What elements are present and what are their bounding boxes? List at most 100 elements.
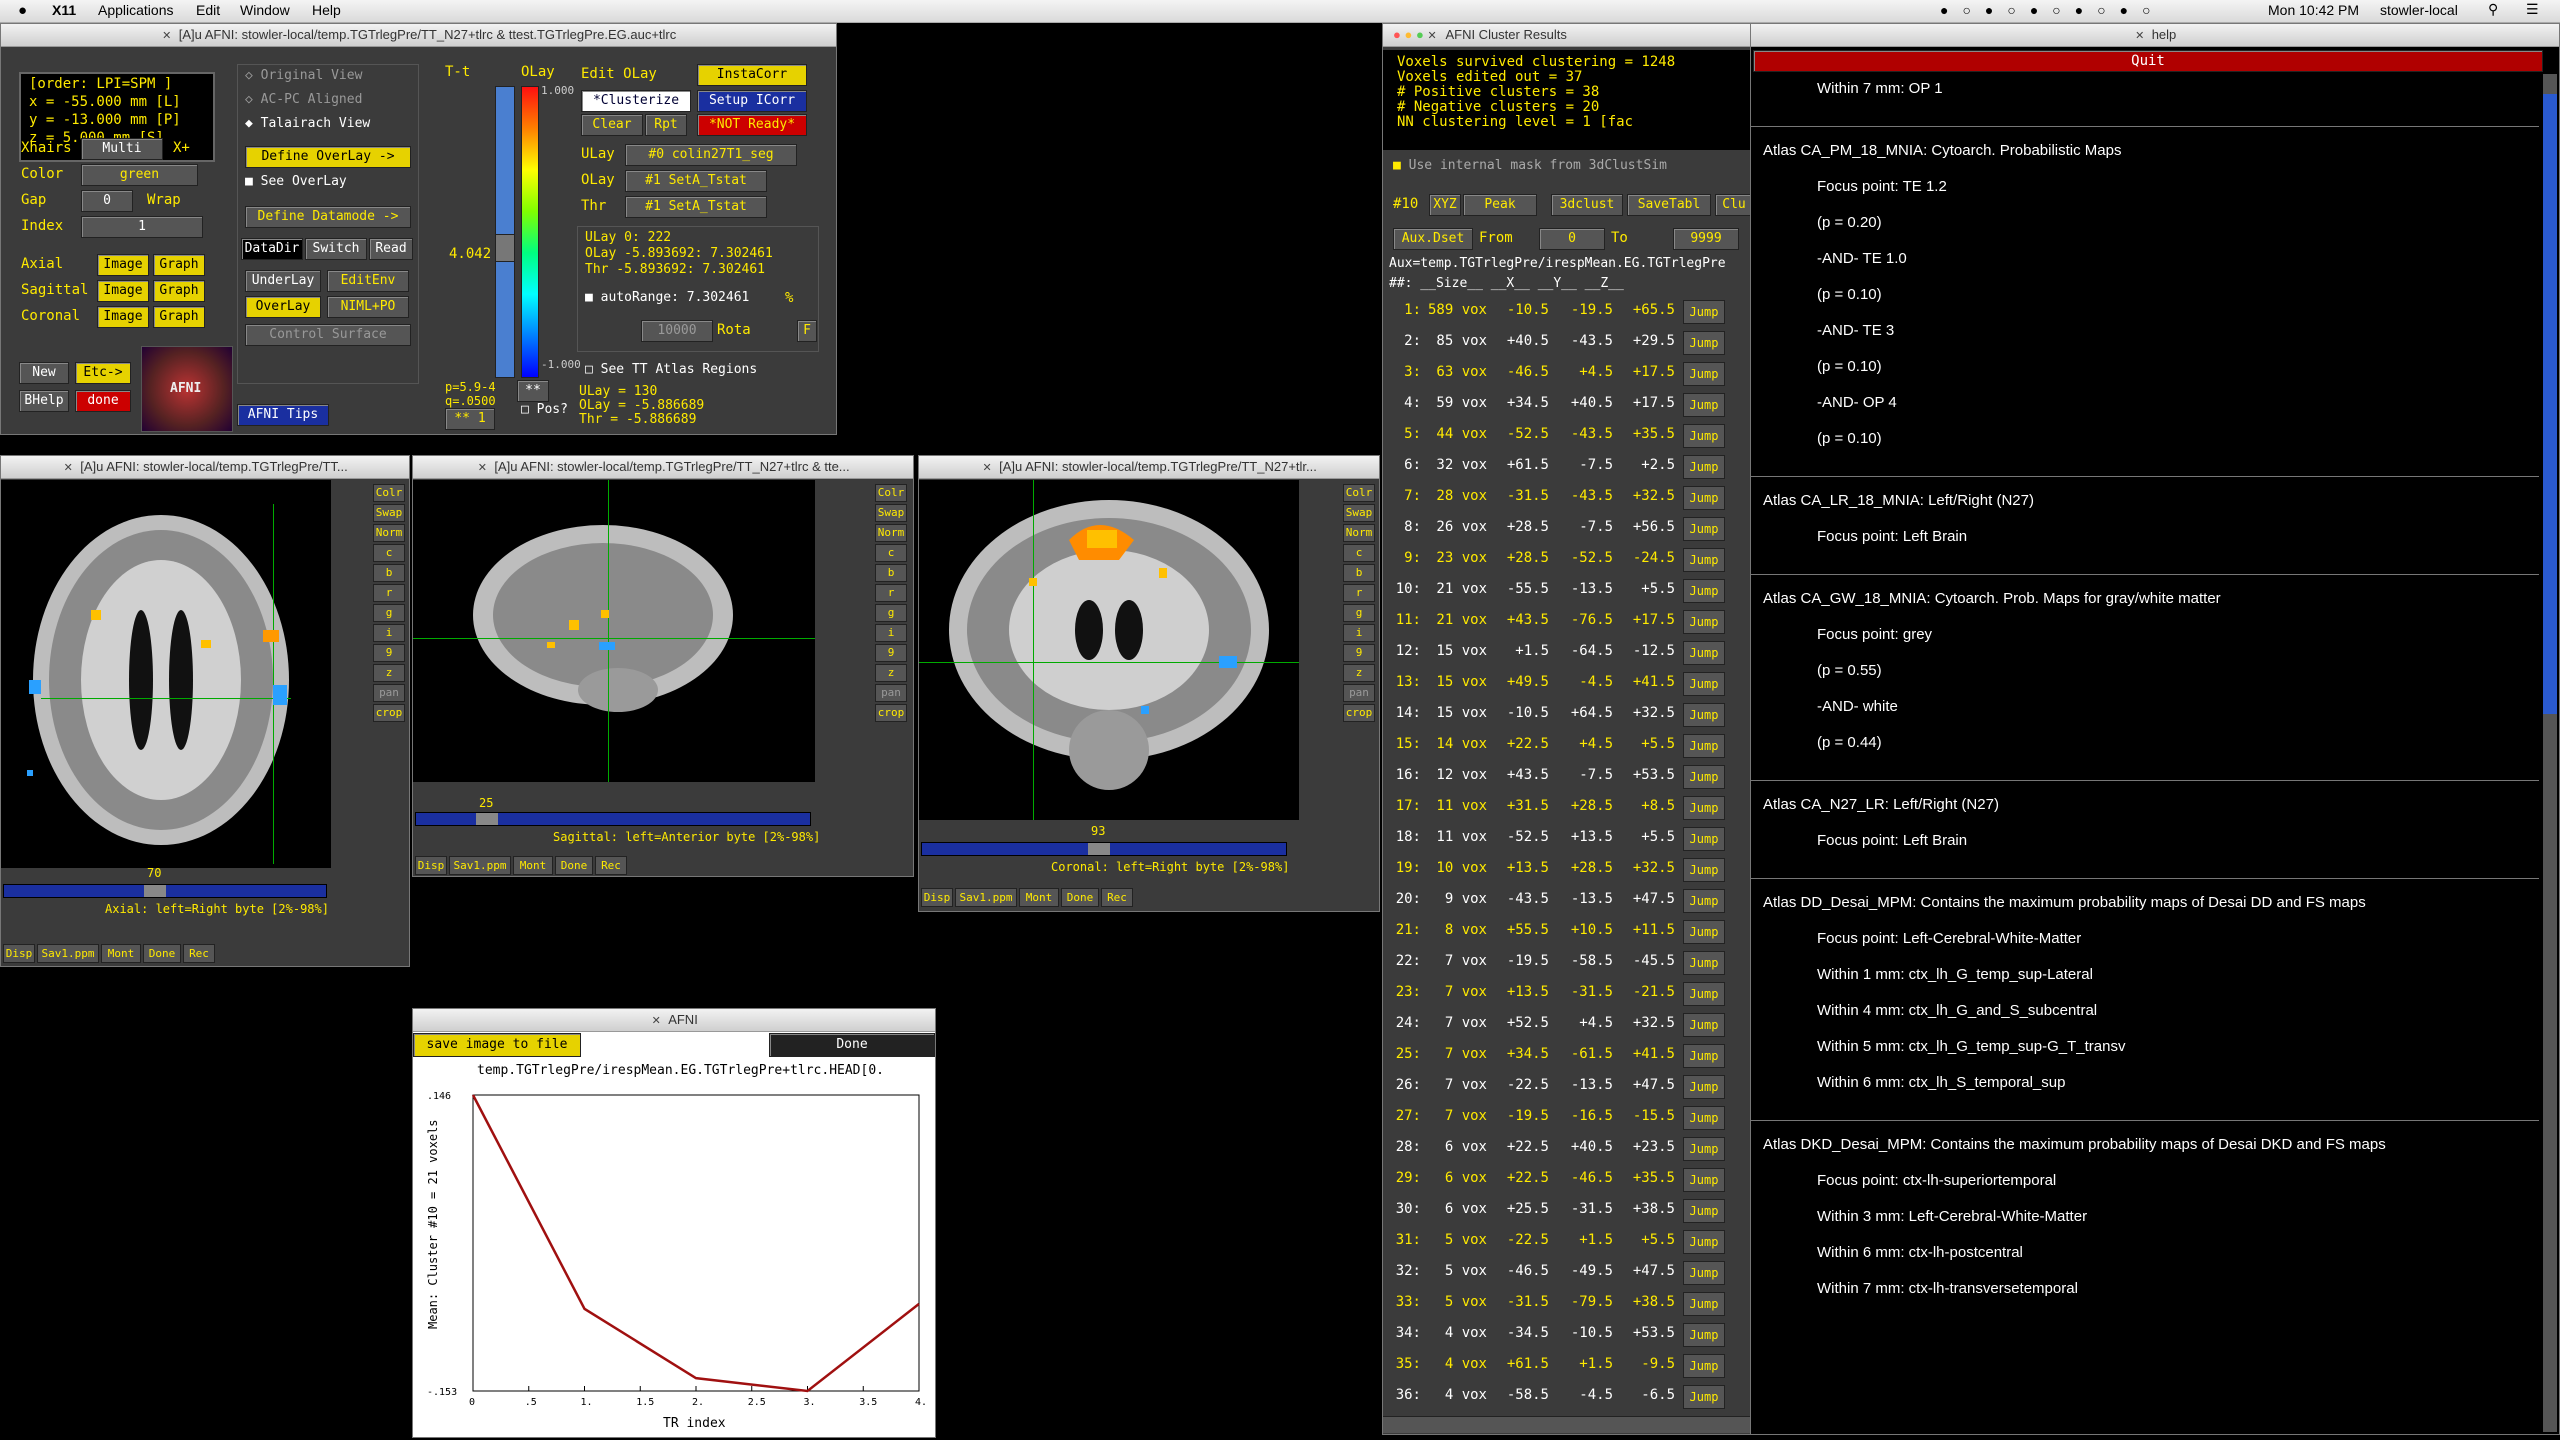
table-row[interactable]: 23: 7 vox +13.5 -31.5 -21.5 Jump [1383, 978, 1751, 1009]
quit-button[interactable]: Quit [1753, 50, 2543, 72]
axial-slice-slider[interactable] [3, 884, 327, 898]
clear-button[interactable]: Clear [581, 114, 643, 136]
read-button[interactable]: Read [369, 238, 413, 260]
jump-button[interactable]: Jump [1683, 610, 1725, 634]
new-button[interactable]: New [19, 362, 69, 384]
jump-button[interactable]: Jump [1683, 951, 1725, 975]
xhairs-select[interactable]: Multi [81, 138, 163, 160]
jump-button[interactable]: Jump [1683, 1199, 1725, 1223]
menu-window[interactable]: Window [240, 2, 290, 18]
table-row[interactable]: 31: 5 vox -22.5 +1.5 +5.5 Jump [1383, 1226, 1751, 1257]
mont-button[interactable]: Mont [513, 856, 553, 875]
table-row[interactable]: 30: 6 vox +25.5 -31.5 +38.5 Jump [1383, 1195, 1751, 1226]
jump-button[interactable]: Jump [1683, 1168, 1725, 1192]
coronal-graph-button[interactable]: Graph [153, 306, 205, 328]
i-button[interactable]: i [1343, 624, 1375, 642]
norm-button[interactable]: Norm [373, 524, 405, 542]
auxdset-button[interactable]: Aux.Dset [1393, 228, 1473, 250]
table-row[interactable]: 32: 5 vox -46.5 -49.5 +47.5 Jump [1383, 1257, 1751, 1288]
color-bar[interactable] [521, 86, 539, 378]
table-row[interactable]: 10: 21 vox -55.5 -13.5 +5.5 Jump [1383, 575, 1751, 606]
viewer-done-button[interactable]: Done [143, 944, 181, 963]
threshold-slider-track[interactable] [495, 86, 515, 378]
coronal-slice-slider[interactable] [921, 842, 1287, 856]
save-image-button[interactable]: save image to file [413, 1033, 581, 1057]
threshold-slider-handle[interactable] [495, 234, 515, 262]
crop-button[interactable]: crop [875, 704, 907, 722]
overlay-button[interactable]: OverLay [245, 296, 321, 318]
disp-button[interactable]: Disp [921, 888, 953, 907]
jump-button[interactable]: Jump [1683, 1230, 1725, 1254]
nimlpo-button[interactable]: NIML+PO [327, 296, 409, 318]
3dclust-button[interactable]: 3dclust [1551, 194, 1623, 216]
r-button[interactable]: r [1343, 584, 1375, 602]
wrap-toggle[interactable]: Wrap [147, 192, 181, 208]
norm-button[interactable]: Norm [1343, 524, 1375, 542]
see-tt-toggle[interactable]: □ See TT Atlas Regions [585, 362, 757, 377]
colr-button[interactable]: Colr [1343, 484, 1375, 502]
r-button[interactable]: r [875, 584, 907, 602]
9-button[interactable]: 9 [373, 644, 405, 662]
9-button[interactable]: 9 [1343, 644, 1375, 662]
table-row[interactable]: 9: 23 vox +28.5 -52.5 -24.5 Jump [1383, 544, 1751, 575]
table-row[interactable]: 19: 10 vox +13.5 +28.5 +32.5 Jump [1383, 854, 1751, 885]
mont-button[interactable]: Mont [1019, 888, 1059, 907]
pan-button[interactable]: pan [373, 684, 405, 702]
save-ppm-button[interactable]: Sav1.ppm [37, 944, 99, 963]
jump-button[interactable]: Jump [1683, 517, 1725, 541]
jump-button[interactable]: Jump [1683, 424, 1725, 448]
thr-select[interactable]: #1 SetA_Tstat [625, 196, 767, 218]
sagittal-slice-slider[interactable] [415, 812, 811, 826]
editenv-button[interactable]: EditEnv [327, 270, 409, 292]
f-button[interactable]: F [797, 320, 817, 342]
swap-button[interactable]: Swap [1343, 504, 1375, 522]
define-datamode-button[interactable]: Define Datamode -> [245, 206, 411, 228]
autorange-toggle[interactable]: ■ autoRange: 7.302461 [585, 290, 749, 305]
jump-button[interactable]: Jump [1683, 889, 1725, 913]
savetabl-button[interactable]: SaveTabl [1627, 194, 1711, 216]
jump-button[interactable]: Jump [1683, 827, 1725, 851]
jump-button[interactable]: Jump [1683, 982, 1725, 1006]
table-row[interactable]: 36: 4 vox -58.5 -4.5 -6.5 Jump [1383, 1381, 1751, 1412]
table-row[interactable]: 33: 5 vox -31.5 -79.5 +38.5 Jump [1383, 1288, 1751, 1319]
gap-select[interactable]: 0 [81, 190, 133, 212]
jump-button[interactable]: Jump [1683, 734, 1725, 758]
table-row[interactable]: 14: 15 vox -10.5 +64.5 +32.5 Jump [1383, 699, 1751, 730]
colr-button[interactable]: Colr [373, 484, 405, 502]
jump-button[interactable]: Jump [1683, 672, 1725, 696]
jump-button[interactable]: Jump [1683, 1385, 1725, 1409]
horizontal-scrollbar[interactable] [1383, 1416, 1751, 1433]
b-button[interactable]: b [1343, 564, 1375, 582]
menu-x11[interactable]: X11 [52, 2, 76, 18]
jump-button[interactable]: Jump [1683, 331, 1725, 355]
rec-button[interactable]: Rec [595, 856, 627, 875]
crop-button[interactable]: crop [1343, 704, 1375, 722]
search-icon[interactable]: ⚲ [2488, 1, 2498, 18]
norm-button[interactable]: Norm [875, 524, 907, 542]
jump-button[interactable]: Jump [1683, 920, 1725, 944]
afni-tips-button[interactable]: AFNI Tips [237, 404, 329, 426]
talairach-view-radio[interactable]: ◆ Talairach View [245, 116, 370, 131]
jump-button[interactable]: Jump [1683, 1075, 1725, 1099]
jump-button[interactable]: Jump [1683, 393, 1725, 417]
xyz-button[interactable]: XYZ [1429, 194, 1461, 216]
table-row[interactable]: 28: 6 vox +22.5 +40.5 +23.5 Jump [1383, 1133, 1751, 1164]
jump-button[interactable]: Jump [1683, 455, 1725, 479]
underlay-button[interactable]: UnderLay [245, 270, 321, 292]
clu-button[interactable]: Clu [1715, 194, 1751, 216]
bhelp-button[interactable]: BHelp [19, 390, 69, 412]
table-row[interactable]: 17: 11 vox +31.5 +28.5 +8.5 Jump [1383, 792, 1751, 823]
jump-button[interactable]: Jump [1683, 858, 1725, 882]
sagittal-graph-button[interactable]: Graph [153, 280, 205, 302]
coronal-image[interactable] [919, 480, 1299, 820]
sagittal-image-button[interactable]: Image [97, 280, 149, 302]
done-button[interactable]: done [75, 390, 131, 412]
crop-button[interactable]: crop [373, 704, 405, 722]
list-icon[interactable]: ☰ [2526, 1, 2539, 18]
jump-button[interactable]: Jump [1683, 1292, 1725, 1316]
xplus-toggle[interactable]: X+ [173, 140, 190, 156]
pct-toggle[interactable]: % [785, 290, 793, 306]
g-button[interactable]: g [875, 604, 907, 622]
jump-button[interactable]: Jump [1683, 579, 1725, 603]
switch-button[interactable]: Switch [305, 238, 367, 260]
